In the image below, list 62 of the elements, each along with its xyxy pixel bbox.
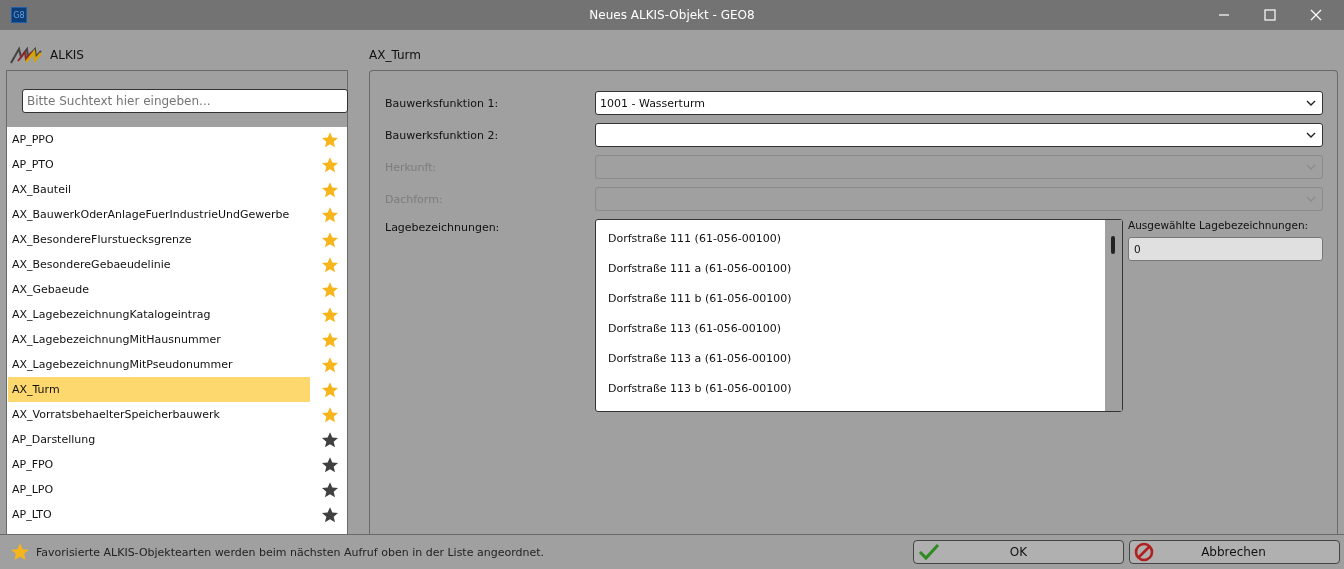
star-icon[interactable] [321, 480, 339, 499]
search-field[interactable]: Bitte Suchtext hier eingeben... [22, 89, 348, 113]
checkmark-icon [918, 543, 940, 561]
list-item[interactable]: AX_BesondereFlurstuecksgrenze [8, 227, 310, 252]
window-title: Neues ALKIS-Objekt - GEO8 [589, 8, 755, 22]
star-icon[interactable] [321, 180, 339, 199]
list-item[interactable]: Dorfstraße 113 a (61-056-00100) [608, 344, 1105, 374]
hint-text: Favorisierte ALKIS-Objektearten werden beim nächsten Aufruf oben in der Liste angeordnet. [36, 545, 545, 559]
list-item[interactable]: AX_Bauteil [8, 177, 310, 202]
list-item[interactable]: AP_FPO [8, 452, 310, 477]
list-item[interactable]: AX_Gebaeude [8, 277, 310, 302]
list-item[interactable]: Dorfstraße 111 a (61-056-00100) [608, 254, 1105, 284]
form-title: AX_Turm [369, 48, 421, 62]
list-item[interactable]: AX_BauwerkOderAnlageFuerIndustrieUndGewerbe [8, 202, 310, 227]
star-icon[interactable] [321, 230, 339, 249]
caret-icon [1306, 132, 1316, 138]
close-icon[interactable] [1310, 9, 1322, 21]
list-item[interactable]: AX_VorratsbehaelterSpeicherbauwerk [8, 402, 310, 427]
field-label: Bauwerksfunktion 1: [385, 96, 500, 110]
field-label: Bauwerksfunktion 2: [385, 128, 500, 142]
list-item[interactable]: AP_LTO [8, 502, 310, 527]
cancel-button[interactable]: Abbrechen [1129, 540, 1340, 564]
list-item[interactable]: AX_LagebezeichnungKatalogeintrag [8, 302, 310, 327]
list-item[interactable]: AP_PPO [8, 127, 310, 152]
star-icon[interactable] [321, 155, 339, 174]
list-item[interactable]: AP_PTO [8, 152, 310, 177]
logo-icon [10, 46, 44, 64]
app-icon: G8 [11, 7, 27, 23]
star-icon[interactable] [321, 330, 339, 349]
sidebar-title: ALKIS [50, 48, 84, 62]
prohibited-icon [1134, 542, 1154, 562]
dropdown[interactable]: 1001 - Wasserturm [595, 91, 1323, 115]
list-item[interactable]: AP_LPO [8, 477, 310, 502]
caret-icon [1306, 100, 1316, 106]
count-field: 0 [1128, 237, 1323, 261]
list-item[interactable]: Dorfstraße 111 (61-056-00100) [608, 224, 1105, 254]
star-icon [10, 542, 30, 562]
dropdown[interactable] [595, 123, 1323, 147]
list-item[interactable]: AX_LagebezeichnungMitHausnummer [8, 327, 310, 352]
star-icon[interactable] [321, 430, 339, 449]
list-item[interactable]: AX_Turm [8, 377, 310, 402]
star-icon[interactable] [321, 280, 339, 299]
list-item[interactable]: Dorfstraße 111 b (61-056-00100) [608, 284, 1105, 314]
list-item[interactable]: AP_Darstellung [8, 427, 310, 452]
maximize-icon[interactable] [1264, 9, 1276, 21]
star-icon[interactable] [321, 405, 339, 424]
scrollbar-thumb[interactable] [1111, 236, 1115, 254]
star-icon[interactable] [321, 380, 339, 399]
star-icon[interactable] [321, 130, 339, 149]
field-label: Ausgewählte Lagebezeichnungen: [1128, 219, 1310, 231]
star-icon[interactable] [321, 205, 339, 224]
star-icon[interactable] [321, 455, 339, 474]
list-item[interactable]: AX_LagebezeichnungMitPseudonummer [8, 352, 310, 377]
star-icon[interactable] [321, 355, 339, 374]
list-item[interactable]: Dorfstraße 113 (61-056-00100) [608, 314, 1105, 344]
star-icon[interactable] [321, 255, 339, 274]
star-icon[interactable] [321, 505, 339, 524]
field-label: Lagebezeichnungen: [385, 220, 501, 234]
ok-button[interactable]: OK [913, 540, 1124, 564]
list-item[interactable]: Dorfstraße 113 b (61-056-00100) [608, 374, 1105, 404]
star-icon[interactable] [321, 305, 339, 324]
list-item[interactable]: AX_BesondereGebaeudelinie [8, 252, 310, 277]
